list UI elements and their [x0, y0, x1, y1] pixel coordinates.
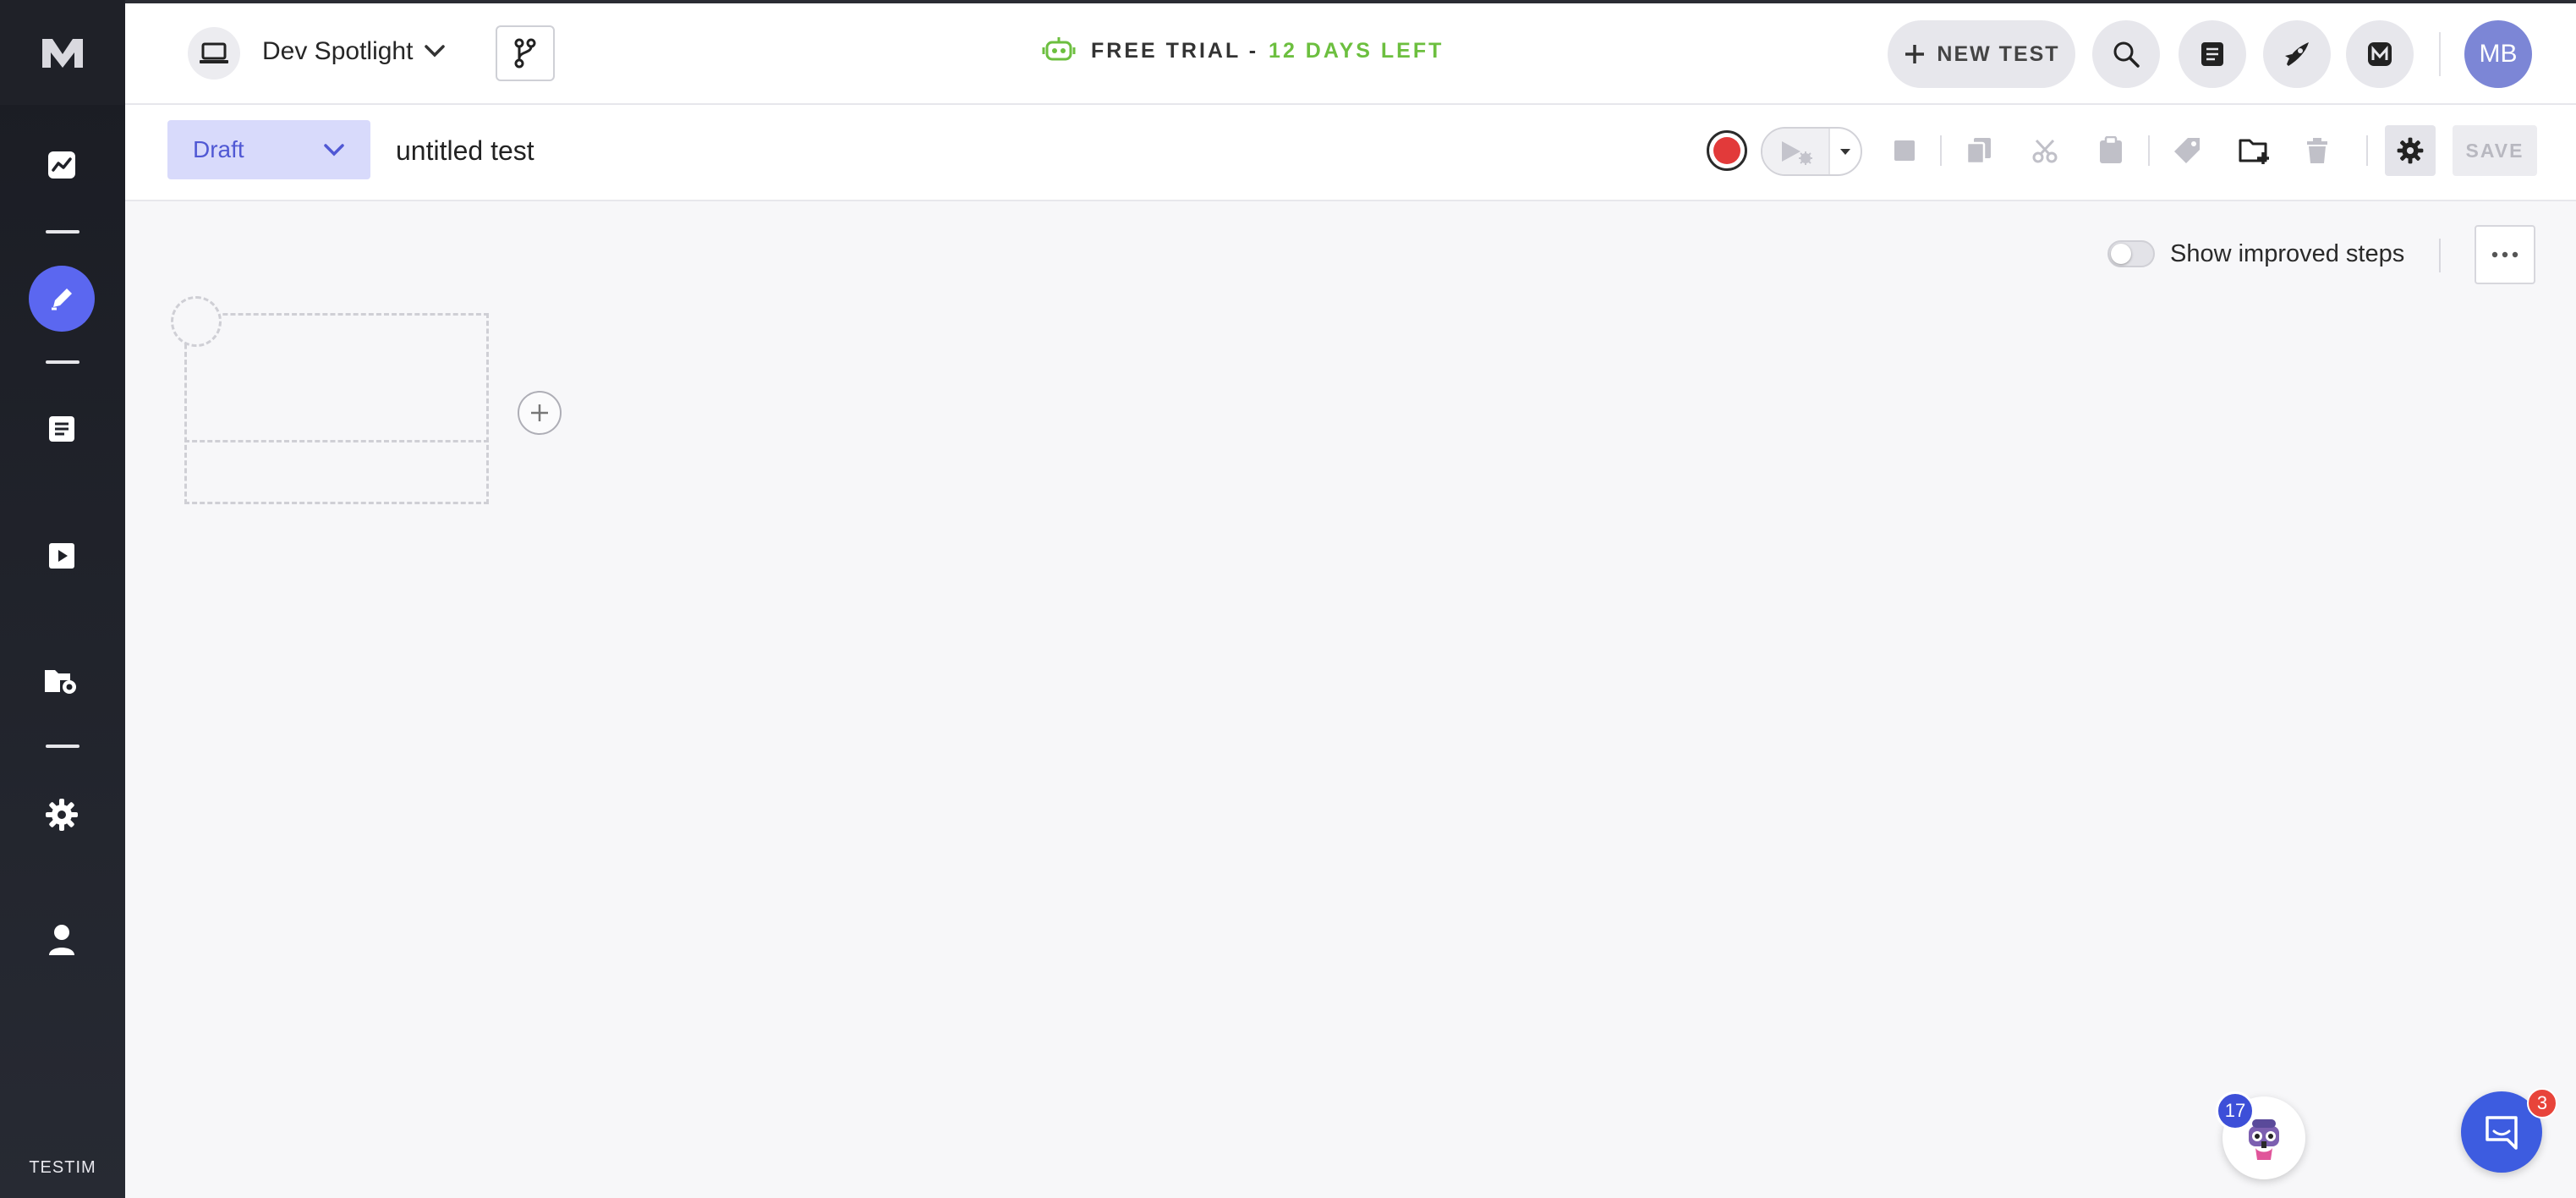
rail-separator: [46, 745, 79, 748]
editor-icon: [52, 289, 72, 310]
nav-runs[interactable]: [29, 523, 95, 589]
nav-test-list[interactable]: [29, 396, 95, 462]
nav-settings[interactable]: [29, 782, 95, 848]
status-dropdown[interactable]: Draft: [167, 120, 370, 179]
logo-mark: [42, 39, 83, 68]
runs-icon: [49, 543, 74, 569]
tag-icon: [2174, 138, 2200, 163]
cut-button[interactable]: [2023, 129, 2067, 173]
docs-icon: [2201, 42, 2223, 66]
side-navigation: TESTIM: [0, 0, 125, 1198]
nav-dashboard[interactable]: [29, 132, 95, 198]
more-options-button[interactable]: [2475, 225, 2535, 284]
trial-robot-icon: [1042, 37, 1076, 61]
step-placeholder-divider: [184, 440, 489, 442]
laptop-icon: [200, 42, 228, 63]
save-button[interactable]: SAVE: [2453, 125, 2537, 176]
new-test-label: NEW TEST: [1937, 41, 2060, 66]
plus-icon: [1905, 45, 1925, 63]
run-button[interactable]: [1761, 127, 1862, 176]
testim-logo[interactable]: [0, 0, 125, 105]
record-button[interactable]: [1707, 130, 1747, 171]
scissors-icon: [2032, 139, 2058, 163]
release-notes-button[interactable]: [2263, 20, 2331, 88]
delete-button[interactable]: [2295, 129, 2339, 173]
header-separator: [2439, 32, 2441, 76]
tag-button[interactable]: [2165, 129, 2209, 173]
docs-button[interactable]: [2179, 20, 2246, 88]
step-placeholder-circle: [171, 296, 222, 347]
play-debug-button[interactable]: [1762, 129, 1830, 174]
avatar[interactable]: MB: [2464, 20, 2532, 88]
status-value: Draft: [193, 136, 244, 162]
toolbar-separator: [2366, 135, 2368, 166]
project-settings-icon: [45, 670, 76, 694]
settings-icon: [46, 799, 78, 831]
add-step-button[interactable]: [518, 391, 562, 435]
toolbar-separator: [2148, 135, 2150, 166]
stop-icon: [1894, 140, 1915, 161]
nav-editor[interactable]: [29, 266, 95, 332]
test-settings-button[interactable]: [2385, 125, 2436, 176]
stop-button[interactable]: [1883, 129, 1927, 173]
add-to-folder-button[interactable]: [2233, 129, 2277, 173]
dashboard-icon: [48, 151, 75, 179]
device-toggle[interactable]: [188, 27, 240, 80]
assistant-badge: 17: [2216, 1091, 2255, 1130]
play-debug-icon: [1782, 141, 1812, 165]
caret-down-icon: [1840, 149, 1850, 155]
folder-plus-icon: [2239, 139, 2269, 164]
release-notes-icon: [2285, 42, 2309, 66]
plus-icon: [531, 404, 548, 421]
improved-steps-toggle[interactable]: [2107, 240, 2155, 267]
canvas-separator: [2439, 239, 2441, 272]
trial-label: FREE TRIAL -: [1091, 38, 1259, 63]
m-app-button[interactable]: [2346, 20, 2414, 88]
trial-days-left: 12 DAYS LEFT: [1269, 38, 1444, 63]
account-icon: [49, 925, 74, 955]
nav-account[interactable]: [29, 907, 95, 973]
step-placeholder: [184, 313, 489, 504]
chevron-down-icon: [324, 144, 344, 157]
nav-project-settings[interactable]: [29, 648, 95, 714]
test-list-icon: [49, 416, 74, 442]
chat-icon: [2486, 1116, 2518, 1150]
branch-button[interactable]: [496, 25, 555, 81]
clipboard-icon: [2100, 136, 2122, 163]
ellipsis-icon: [2491, 251, 2518, 258]
record-icon: [1713, 137, 1740, 164]
copy-icon: [1965, 138, 1991, 165]
trial-banner: FREE TRIAL - 12 DAYS LEFT: [1042, 36, 1444, 66]
rail-separator: [46, 230, 79, 234]
rail-separator: [46, 360, 79, 364]
toolbar-separator: [1940, 135, 1942, 166]
trash-icon: [2307, 138, 2327, 163]
new-test-button[interactable]: NEW TEST: [1888, 20, 2075, 88]
run-options-caret[interactable]: [1830, 147, 1861, 156]
test-name[interactable]: untitled test: [396, 135, 534, 167]
branch-icon: [514, 38, 536, 69]
project-name[interactable]: Dev Spotlight: [262, 37, 413, 66]
chevron-down-icon[interactable]: [423, 42, 447, 59]
toggle-knob: [2111, 244, 2131, 264]
search-button[interactable]: [2092, 20, 2160, 88]
paste-button[interactable]: [2089, 129, 2133, 173]
brand-label: TESTIM: [29, 1158, 96, 1177]
improved-steps-label: Show improved steps: [2170, 240, 2405, 267]
search-icon: [2113, 41, 2140, 68]
m-app-icon: [2368, 42, 2392, 66]
copy-button[interactable]: [1957, 129, 2001, 173]
chat-badge: 3: [2527, 1088, 2557, 1118]
gear-icon: [2397, 137, 2424, 164]
